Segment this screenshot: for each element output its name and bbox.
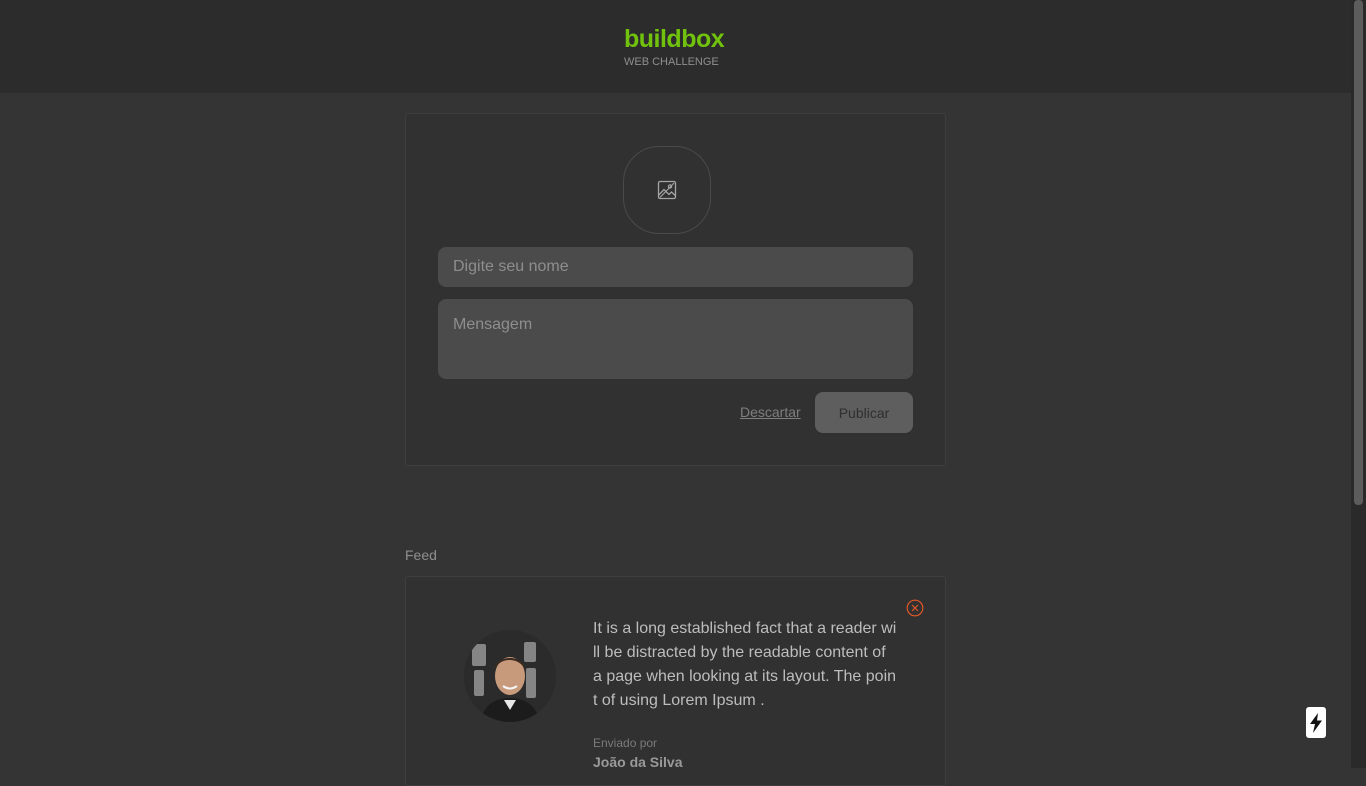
brand-subtitle: WEB CHALLENGE bbox=[624, 56, 719, 68]
close-circle-icon[interactable] bbox=[906, 599, 924, 617]
image-icon bbox=[657, 180, 677, 200]
app-header: buildbox WEB CHALLENGE bbox=[0, 0, 1351, 93]
feed-title: Feed bbox=[405, 547, 437, 563]
brand-logo[interactable]: buildbox WEB CHALLENGE bbox=[624, 24, 725, 70]
scrollbar-thumb[interactable] bbox=[1354, 0, 1363, 505]
bolt-button[interactable] bbox=[1306, 707, 1326, 738]
photo-upload-button[interactable] bbox=[623, 146, 711, 234]
sent-by-label: Enviado por bbox=[593, 736, 658, 750]
brand-name: buildbox bbox=[624, 25, 725, 53]
page-scrollbar[interactable] bbox=[1351, 0, 1366, 768]
post-message: It is a long established fact that a rea… bbox=[593, 620, 897, 709]
publish-button[interactable]: Publicar bbox=[815, 392, 913, 433]
bolt-icon bbox=[1310, 712, 1322, 733]
feed-post: It is a long established fact that a rea… bbox=[405, 576, 946, 786]
message-input[interactable] bbox=[438, 299, 913, 379]
author-avatar bbox=[464, 630, 556, 722]
discard-button[interactable]: Descartar bbox=[740, 404, 801, 420]
name-input[interactable] bbox=[438, 247, 913, 287]
post-composer: Descartar Publicar bbox=[405, 113, 946, 466]
